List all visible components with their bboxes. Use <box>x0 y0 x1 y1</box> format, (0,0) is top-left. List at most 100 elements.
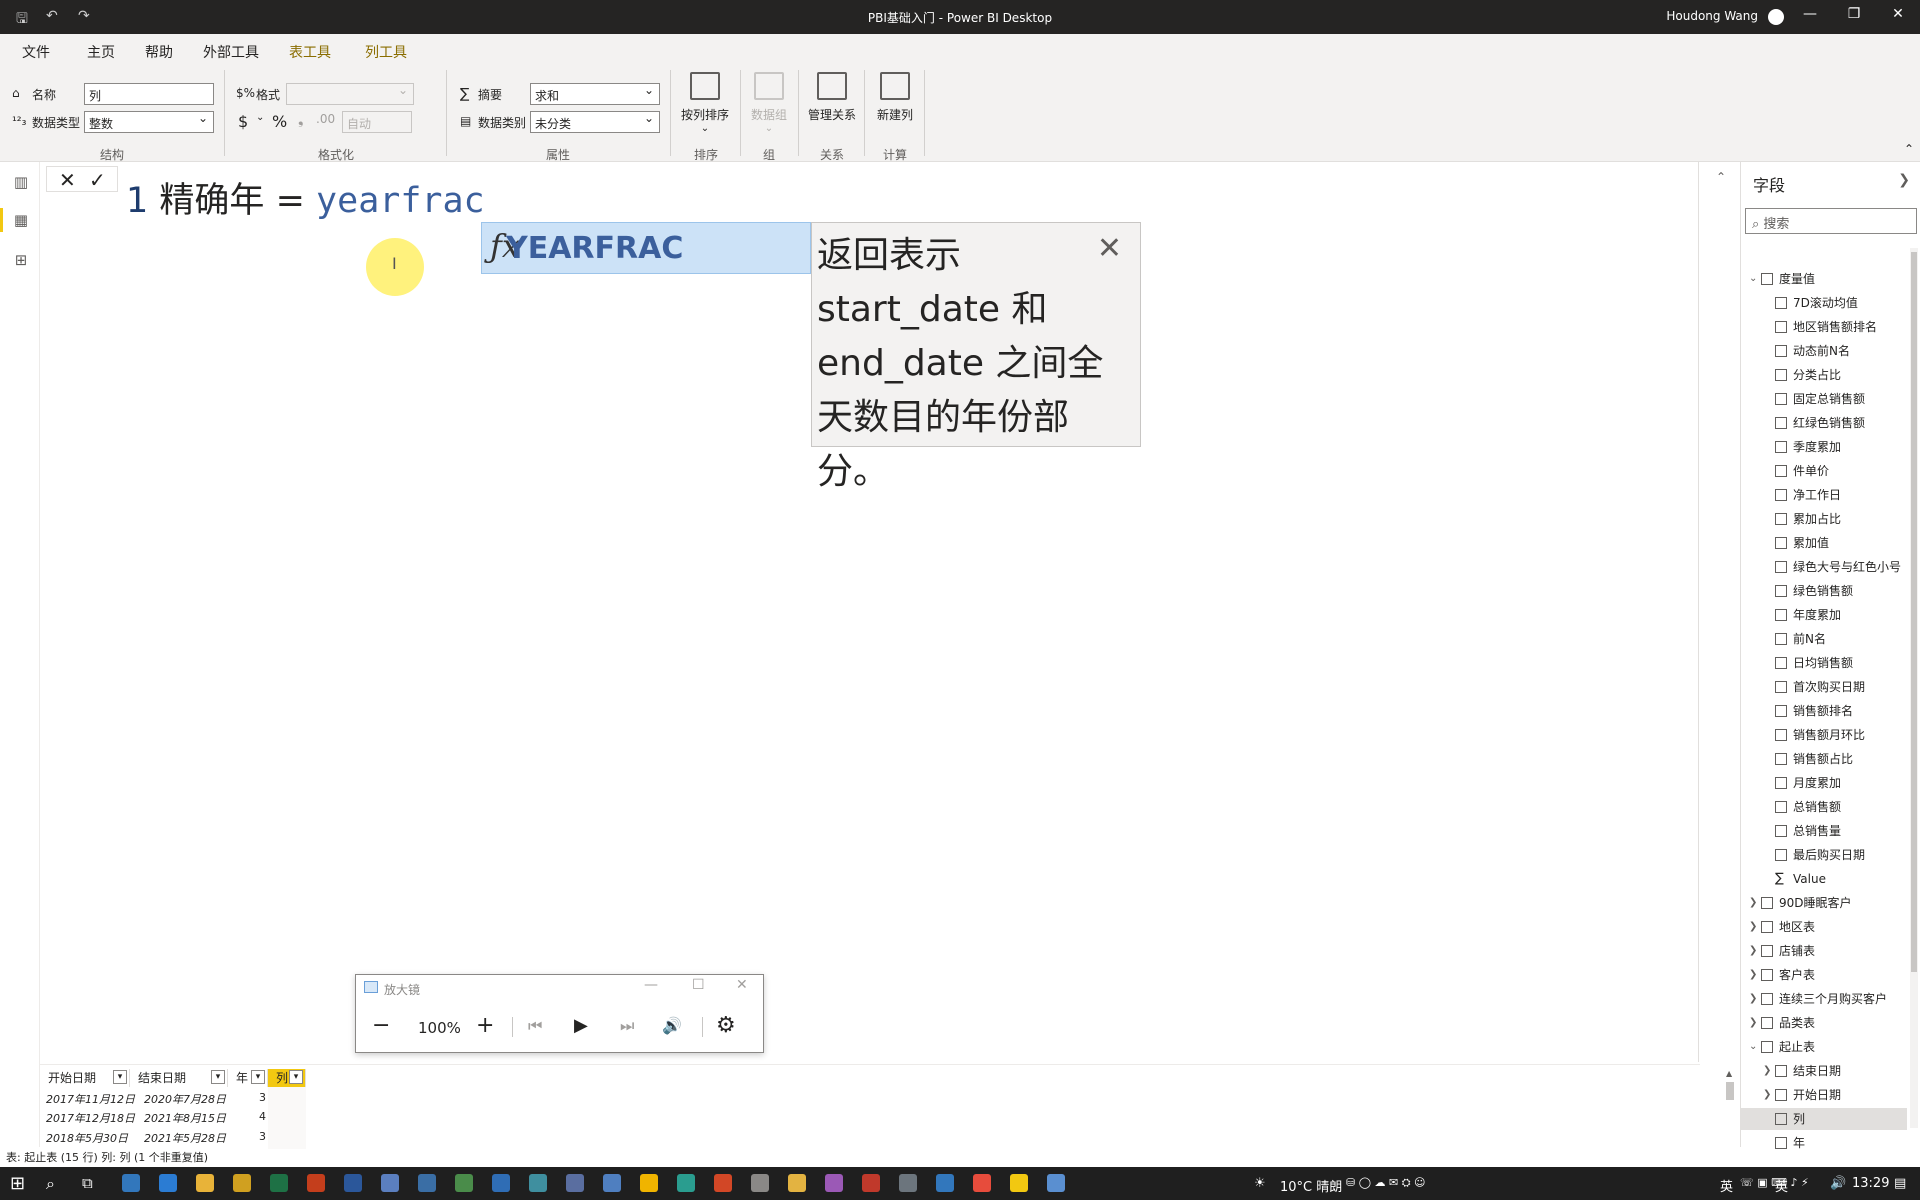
taskbar-app-icon[interactable] <box>899 1174 917 1192</box>
commit-formula-button[interactable]: ✓ <box>89 168 106 192</box>
taskbar-app-icon[interactable] <box>122 1174 140 1192</box>
column-name-input[interactable]: 列 <box>84 83 214 105</box>
field-item[interactable]: 分类占比 <box>1741 364 1907 386</box>
table-cell[interactable]: 3 <box>226 1091 266 1104</box>
clock[interactable]: 13:29 <box>1852 1176 1889 1191</box>
field-item[interactable]: 总销售额 <box>1741 796 1907 818</box>
tab-file[interactable]: 文件 <box>22 42 50 62</box>
format-select[interactable] <box>286 83 414 105</box>
minimize-button[interactable]: — <box>1790 6 1830 22</box>
taskbar-app-icon[interactable] <box>788 1174 806 1192</box>
tab-external-tools[interactable]: 外部工具 <box>203 42 259 62</box>
field-item[interactable]: 最后购买日期 <box>1741 844 1907 866</box>
chevron-right-icon[interactable]: ❯ <box>1763 1084 1771 1106</box>
notifications-icon[interactable]: ▤ <box>1894 1176 1906 1191</box>
autocomplete-suggestion[interactable]: ƒx YEARFRAC <box>481 222 811 274</box>
taskbar-app-icon[interactable] <box>862 1174 880 1192</box>
field-item[interactable]: 红绿色销售额 <box>1741 412 1907 434</box>
restore-button[interactable]: ❐ <box>1834 6 1874 22</box>
chevron-right-icon[interactable]: ❯ <box>1749 1012 1757 1034</box>
windows-start-icon[interactable]: ⊞ <box>10 1173 25 1194</box>
taskbar-app-icon[interactable] <box>677 1174 695 1192</box>
percent-button[interactable]: % <box>272 112 287 131</box>
field-table[interactable]: ⌄ 起止表 <box>1741 1036 1907 1058</box>
decimal-icon[interactable]: .00 <box>316 112 335 126</box>
taskbar-app-icon[interactable] <box>307 1174 325 1192</box>
chevron-right-icon[interactable]: ❯ <box>1749 892 1757 914</box>
filter-dropdown-icon[interactable]: ▾ <box>113 1070 127 1084</box>
user-name[interactable]: Houdong Wang <box>1666 9 1758 23</box>
field-item[interactable]: 总销售量 <box>1741 820 1907 842</box>
field-item[interactable]: 地区销售额排名 <box>1741 316 1907 338</box>
close-button[interactable]: ✕ <box>1878 6 1918 22</box>
table-scrollbar[interactable]: ▲ <box>1726 1069 1736 1145</box>
fields-scrollbar[interactable] <box>1910 248 1918 1128</box>
new-column-button[interactable]: 新建列 <box>872 72 918 123</box>
decimal-places-input[interactable]: 自动 <box>342 111 412 133</box>
field-item[interactable]: ❯ 结束日期 <box>1741 1060 1907 1082</box>
filter-dropdown-icon[interactable]: ▾ <box>289 1070 303 1084</box>
scrollbar-thumb[interactable] <box>1726 1082 1734 1100</box>
play-icon[interactable]: ▶ <box>574 1015 588 1037</box>
table-cell[interactable]: 2017年11月12日 <box>46 1091 135 1107</box>
field-table[interactable]: ❯ 品类表 <box>1741 1012 1907 1034</box>
magnifier-close-button[interactable]: ✕ <box>736 977 748 993</box>
field-item[interactable]: 季度累加 <box>1741 436 1907 458</box>
input-lang[interactable]: 英 <box>1775 1176 1788 1195</box>
currency-dropdown-icon[interactable]: ⌄ <box>256 112 264 123</box>
field-item[interactable]: 前N名 <box>1741 628 1907 650</box>
chevron-down-icon[interactable]: ⌄ <box>1749 268 1757 290</box>
field-table[interactable]: ❯ 店铺表 <box>1741 940 1907 962</box>
close-tooltip-button[interactable]: ✕ <box>1097 231 1122 266</box>
search-icon[interactable]: ⌕ <box>46 1174 55 1194</box>
taskbar-app-icon[interactable] <box>418 1174 436 1192</box>
fields-search-input[interactable]: ⌕ 搜索 <box>1745 208 1917 234</box>
previous-icon[interactable]: ⏮ <box>528 1015 542 1037</box>
chevron-right-icon[interactable]: ❯ <box>1749 988 1757 1010</box>
datatype-select[interactable]: 整数 <box>84 111 214 133</box>
settings-gear-icon[interactable]: ⚙ <box>716 1015 736 1037</box>
tab-table-tools[interactable]: 表工具 <box>289 42 331 62</box>
report-view-icon[interactable]: ▥ <box>12 174 30 190</box>
chevron-right-icon[interactable]: ❯ <box>1763 1060 1771 1082</box>
taskbar-app-icon[interactable] <box>1010 1174 1028 1192</box>
category-select[interactable]: 未分类 <box>530 111 660 133</box>
field-table[interactable]: ❯ 客户表 <box>1741 964 1907 986</box>
formula-expand-icon[interactable]: ⌃ <box>1716 170 1726 184</box>
table-cell[interactable]: 2020年7月28日 <box>144 1091 226 1107</box>
taskbar-app-icon[interactable] <box>159 1174 177 1192</box>
column-header-new-column[interactable]: 列 ▾ <box>268 1069 306 1087</box>
zoom-in-button[interactable]: + <box>476 1015 494 1037</box>
weather-text[interactable]: 10°C 晴朗 <box>1280 1176 1342 1195</box>
taskbar-app-icon[interactable] <box>751 1174 769 1192</box>
field-item[interactable]: 首次购买日期 <box>1741 676 1907 698</box>
currency-button[interactable]: $ <box>238 112 248 131</box>
magnifier-maximize-button[interactable]: ☐ <box>692 977 705 993</box>
field-item[interactable]: 年度累加 <box>1741 604 1907 626</box>
ime-indicator[interactable]: 英 <box>1720 1176 1733 1195</box>
field-item[interactable]: 年 <box>1741 1132 1907 1154</box>
tab-help[interactable]: 帮助 <box>145 42 173 62</box>
field-item[interactable]: 销售额占比 <box>1741 748 1907 770</box>
avatar[interactable] <box>1768 9 1784 25</box>
taskbar-app-icon[interactable] <box>344 1174 362 1192</box>
field-item[interactable]: 日均销售额 <box>1741 652 1907 674</box>
magnifier-minimize-button[interactable]: — <box>644 977 658 993</box>
data-view-icon[interactable]: ▦ <box>0 208 30 232</box>
table-cell[interactable]: 2021年5月28日 <box>144 1130 226 1146</box>
taskbar-app-icon[interactable] <box>455 1174 473 1192</box>
read-aloud-icon[interactable]: 🔊 <box>662 1015 682 1037</box>
chevron-down-icon[interactable]: ⌄ <box>1749 1036 1757 1058</box>
field-item[interactable]: 净工作日 <box>1741 484 1907 506</box>
field-item[interactable]: 绿色大号与红色小号 <box>1741 556 1907 578</box>
taskbar-app-icon[interactable] <box>973 1174 991 1192</box>
table-cell[interactable]: 3 <box>226 1130 266 1143</box>
field-table-measures[interactable]: ⌄ 度量值 <box>1741 268 1907 290</box>
table-cell[interactable]: 4 <box>226 1110 266 1123</box>
manage-relationships-button[interactable]: 管理关系 <box>806 72 858 123</box>
cancel-formula-button[interactable]: ✕ <box>59 168 76 192</box>
field-table[interactable]: ❯ 连续三个月购买客户 <box>1741 988 1907 1010</box>
field-item[interactable]: 销售额月环比 <box>1741 724 1907 746</box>
weather-icon[interactable]: ☀ <box>1254 1176 1266 1191</box>
chevron-right-icon[interactable]: ❯ <box>1749 916 1757 938</box>
